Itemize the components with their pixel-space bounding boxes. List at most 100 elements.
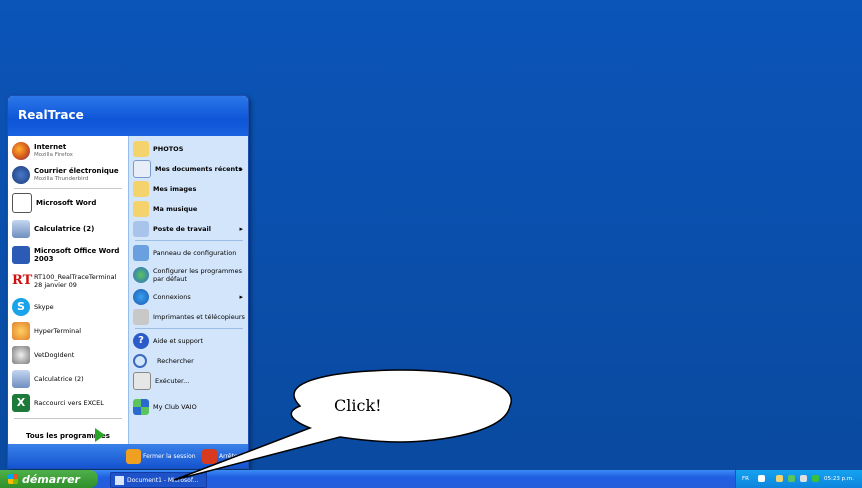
- language-indicator[interactable]: FR: [742, 476, 749, 482]
- callout-text: Click!: [334, 396, 382, 415]
- submenu-arrow-icon: ▸: [239, 225, 243, 233]
- taskbar-task-word-document[interactable]: Document1 - Microsof...: [110, 472, 207, 488]
- menu-item-vetdogident[interactable]: VetDogIdent: [12, 344, 126, 366]
- music-folder-icon: [133, 201, 149, 217]
- control-panel-icon: [133, 245, 149, 261]
- menu-item-word[interactable]: Microsoft Word: [12, 192, 126, 214]
- printer-icon: [133, 309, 149, 325]
- menu-item-my-music[interactable]: Ma musique: [133, 200, 247, 218]
- start-menu-right-pane: PHOTOS Mes documents récents ▸ Mes image…: [128, 136, 248, 444]
- menu-item-label: Poste de travail: [153, 225, 211, 233]
- hyperterminal-icon: [12, 322, 30, 340]
- menu-item-internet[interactable]: Internet Mozilla Firefox: [12, 140, 126, 162]
- menu-item-label: VetDogIdent: [34, 351, 75, 359]
- computer-icon: [133, 221, 149, 237]
- tray-icon[interactable]: [788, 475, 795, 482]
- menu-item-club-vaio[interactable]: My Club VAIO: [133, 398, 247, 416]
- excel-icon: X: [12, 394, 30, 412]
- logoff-button[interactable]: Fermer la session: [126, 448, 196, 464]
- menu-item-skype[interactable]: S Skype: [12, 296, 126, 318]
- help-icon: ?: [133, 333, 149, 349]
- menu-item-run[interactable]: Exécuter...: [133, 372, 247, 390]
- firefox-icon: [12, 142, 30, 160]
- menu-item-sub: Mozilla Firefox: [34, 152, 73, 158]
- default-programs-icon: [133, 267, 149, 283]
- menu-item-label: Configurer les programmes par défaut: [153, 267, 242, 283]
- menu-item-excel[interactable]: X Raccourci vers EXCEL: [12, 392, 126, 414]
- tray-icon[interactable]: [800, 475, 807, 482]
- menu-item-label: Aide et support: [153, 337, 204, 345]
- menu-item-sub: Mozilla Thunderbird: [34, 176, 89, 182]
- network-icon: [133, 289, 149, 305]
- menu-item-label: My Club VAIO: [153, 403, 197, 411]
- menu-item-calculator[interactable]: Calculatrice (2): [12, 218, 126, 240]
- menu-item-email[interactable]: Courrier électronique Mozilla Thunderbird: [12, 164, 126, 186]
- calculator-icon: [12, 220, 30, 238]
- menu-item-help[interactable]: ? Aide et support: [133, 332, 247, 350]
- menu-item-calculator-2[interactable]: Calculatrice (2): [12, 368, 126, 390]
- menu-separator: [135, 328, 243, 329]
- menu-item-search[interactable]: Rechercher: [133, 352, 247, 370]
- menu-item-label: Connexions: [153, 293, 191, 301]
- menu-item-label: Panneau de configuration: [153, 249, 237, 257]
- menu-item-my-pictures[interactable]: Mes images: [133, 180, 247, 198]
- menu-separator: [135, 240, 243, 241]
- menu-item-label: Ma musique: [153, 205, 198, 213]
- menu-item-word-2003[interactable]: Microsoft Office Word 2003: [12, 244, 126, 266]
- menu-item-label: PHOTOS: [153, 145, 184, 153]
- menu-item-label: Exécuter...: [155, 377, 190, 385]
- system-tray: FR 05:23 p.m.: [735, 470, 862, 488]
- menu-item-hyperterminal[interactable]: HyperTerminal: [12, 320, 126, 342]
- start-menu: RealTrace Internet Mozilla Firefox Courri…: [7, 95, 249, 469]
- start-button[interactable]: démarrer: [0, 470, 98, 488]
- calculator-icon: [12, 370, 30, 388]
- submenu-arrow-icon: ▸: [239, 165, 243, 173]
- skype-icon: S: [12, 298, 30, 316]
- menu-separator: [14, 418, 122, 419]
- pictures-folder-icon: [133, 181, 149, 197]
- menu-item-printers[interactable]: Imprimantes et télécopieurs: [133, 308, 247, 326]
- shutdown-button[interactable]: Arrêter: [202, 448, 240, 464]
- word-2003-icon: [12, 246, 30, 264]
- windows-flag-icon: [8, 474, 18, 484]
- menu-item-sub: 28 janvier 09: [34, 281, 77, 289]
- power-icon: [202, 448, 217, 464]
- menu-item-default-programs[interactable]: Configurer les programmes par défaut: [133, 264, 247, 286]
- menu-item-label: Mes images: [153, 185, 197, 193]
- start-button-label: démarrer: [22, 472, 80, 486]
- vaio-icon: [133, 399, 149, 415]
- shutdown-label: Arrêter: [219, 452, 241, 460]
- tray-icon[interactable]: [812, 475, 819, 482]
- menu-item-my-computer[interactable]: Poste de travail ▸: [133, 220, 247, 238]
- menu-item-label: Microsoft Word: [36, 199, 97, 207]
- clock: 05:23 p.m.: [824, 476, 854, 482]
- tray-icon[interactable]: [776, 475, 783, 482]
- vetdogident-icon: [12, 346, 30, 364]
- all-programs-arrow-icon[interactable]: [95, 428, 105, 442]
- menu-item-label: Calculatrice (2): [34, 225, 95, 233]
- menu-item-label: Skype: [34, 303, 54, 311]
- menu-item-control-panel[interactable]: Panneau de configuration: [133, 244, 247, 262]
- menu-item-label: HyperTerminal: [34, 327, 82, 335]
- user-name: RealTrace: [18, 108, 84, 122]
- logoff-label: Fermer la session: [143, 452, 196, 460]
- menu-item-label: Courrier électronique: [34, 167, 119, 175]
- menu-item-connections[interactable]: Connexions ▸: [133, 288, 247, 306]
- menu-item-photos[interactable]: PHOTOS: [133, 140, 247, 158]
- submenu-arrow-icon: ▸: [239, 293, 243, 301]
- menu-item-label: Raccourci vers EXCEL: [34, 399, 104, 407]
- menu-item-realtrace[interactable]: RT RT100_RealTraceTerminal 28 janvier 09: [12, 270, 126, 292]
- run-icon: [133, 372, 151, 390]
- menu-item-label: Internet: [34, 143, 67, 151]
- start-menu-header: RealTrace: [8, 96, 248, 136]
- tray-icon[interactable]: [758, 475, 765, 482]
- word-document-icon: [115, 475, 124, 485]
- menu-item-label: Calculatrice (2): [34, 375, 84, 383]
- menu-separator: [14, 188, 122, 189]
- realtrace-icon: RT: [12, 272, 33, 290]
- logoff-icon: [126, 448, 141, 464]
- start-menu-left-pane: Internet Mozilla Firefox Courrier électro…: [8, 136, 128, 444]
- menu-item-recent-documents[interactable]: Mes documents récents ▸: [133, 160, 247, 178]
- search-icon: [133, 354, 147, 368]
- menu-item-label: RT100_RealTraceTerminal: [34, 273, 117, 281]
